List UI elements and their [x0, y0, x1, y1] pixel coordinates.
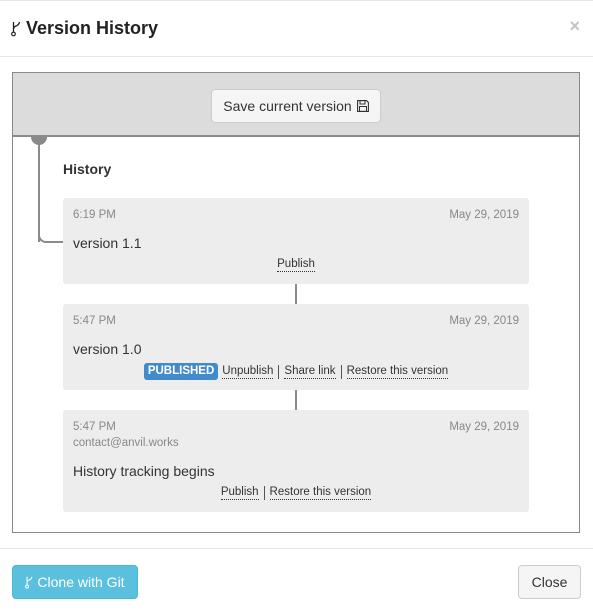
version-time: 6:19 PM [73, 209, 116, 221]
close-icon[interactable]: × [569, 16, 580, 36]
version-date: May 29, 2019 [449, 209, 519, 221]
timeline-connector [295, 390, 297, 410]
version-actions: Publish Restore this version [63, 486, 529, 500]
clone-button-label: Clone with Git [37, 574, 125, 590]
version-author: contact@anvil.works [73, 437, 179, 449]
restore-version-link[interactable]: Restore this version [269, 486, 372, 500]
version-card: 5:47 PM May 29, 2019 contact@anvil.works… [63, 410, 529, 512]
published-badge: PUBLISHED [143, 363, 219, 380]
version-description: History tracking begins [73, 463, 215, 479]
timeline-connector [295, 284, 297, 304]
version-actions: Publish [63, 258, 529, 272]
version-description: version 1.0 [73, 341, 142, 357]
close-button[interactable]: Close [518, 565, 581, 599]
action-separator [278, 364, 280, 379]
version-card: 6:19 PM May 29, 2019 version 1.1 Publish [63, 198, 529, 284]
modal-header: Version History × [0, 1, 593, 57]
clone-with-git-button[interactable]: Clone with Git [12, 565, 138, 599]
save-area: Save current version [13, 73, 579, 137]
dialog-title-text: Version History [26, 18, 159, 38]
action-separator [340, 364, 342, 379]
save-current-version-button[interactable]: Save current version [211, 89, 381, 123]
publish-link[interactable]: Publish [220, 486, 259, 500]
action-separator [263, 486, 265, 500]
unpublish-link[interactable]: Unpublish [222, 365, 274, 379]
publish-link[interactable]: Publish [277, 258, 315, 272]
version-time: 5:47 PM [73, 421, 116, 433]
git-fork-icon [11, 21, 21, 36]
version-date: May 29, 2019 [449, 315, 519, 327]
modal-footer: Clone with Git Close [0, 548, 593, 613]
version-time: 5:47 PM [73, 315, 116, 327]
floppy-disk-icon [356, 100, 369, 112]
dialog-title: Version History [11, 18, 158, 39]
version-actions: PUBLISHED Unpublish Share link Restore t… [63, 363, 529, 380]
timeline-branch-curve [38, 223, 64, 243]
version-description: version 1.1 [73, 235, 142, 251]
restore-version-link[interactable]: Restore this version [346, 365, 449, 379]
history-heading: History [63, 161, 112, 177]
version-card: 5:47 PM May 29, 2019 version 1.0 PUBLISH… [63, 304, 529, 390]
git-fork-icon [25, 576, 33, 589]
save-button-label: Save current version [223, 98, 352, 114]
share-link[interactable]: Share link [284, 365, 336, 379]
version-date: May 29, 2019 [449, 421, 519, 433]
history-panel: Save current version History 6:19 PM May… [12, 72, 580, 533]
